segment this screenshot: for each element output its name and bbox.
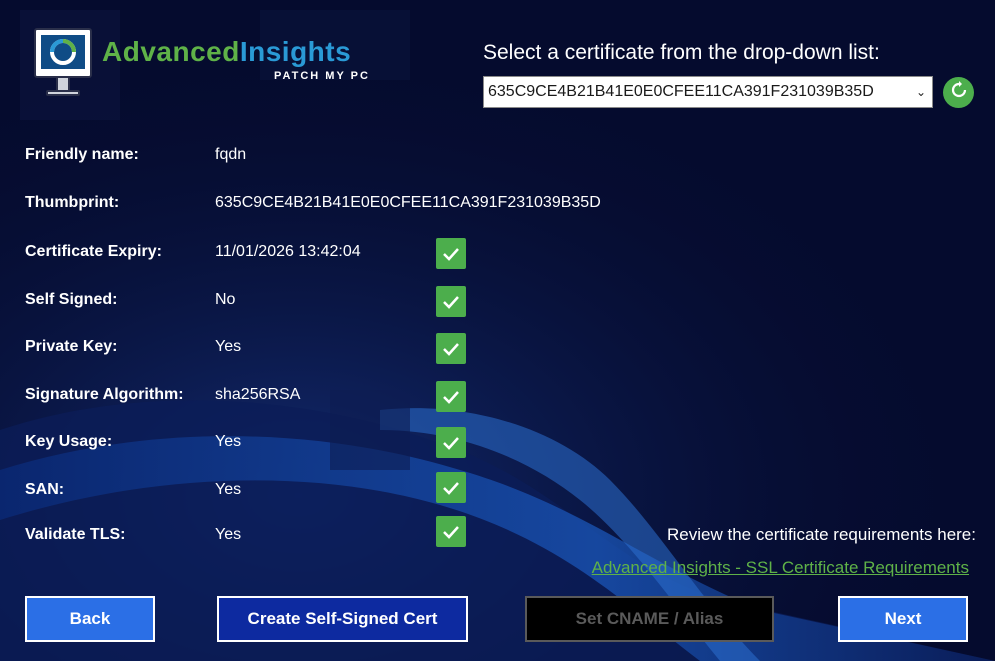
select-certificate-label: Select a certificate from the drop-down … (483, 41, 880, 64)
signature-algorithm-check-icon (436, 381, 466, 412)
validate-tls-value: Yes (215, 526, 242, 543)
set-cname-alias-button: Set CNAME / Alias (525, 596, 774, 642)
thumbprint-value: 635C9CE4B21B41E0E0CFEE11CA391F231039B35D (215, 194, 601, 211)
certificate-expiry-label: Certificate Expiry: (25, 243, 162, 260)
private-key-value: Yes (215, 338, 242, 355)
key-usage-value: Yes (215, 433, 242, 450)
certificate-dropdown-value: 635C9CE4B21B41E0E0CFEE11CA391F231039B35D (488, 83, 874, 100)
logo-subtitle: PATCH MY PC (274, 70, 370, 82)
validate-tls-check-icon (436, 516, 466, 547)
friendly-name-value: fqdn (215, 146, 247, 163)
certificate-expiry-check-icon (436, 238, 466, 269)
logo-wordmark: AdvancedInsights (102, 36, 352, 67)
signature-algorithm-value: sha256RSA (215, 386, 301, 403)
back-button[interactable]: Back (25, 596, 155, 642)
monitor-logo-icon (34, 28, 92, 78)
san-check-icon (436, 472, 466, 503)
friendly-name-label: Friendly name: (25, 146, 139, 163)
self-signed-value: No (215, 291, 236, 308)
app-logo: AdvancedInsights PATCH MY PC (34, 28, 384, 112)
key-usage-label: Key Usage: (25, 433, 113, 450)
refresh-button[interactable] (943, 77, 974, 108)
private-key-check-icon (436, 333, 466, 364)
san-label: SAN: (25, 481, 65, 498)
thumbprint-label: Thumbprint: (25, 194, 120, 211)
create-self-signed-cert-button[interactable]: Create Self-Signed Cert (217, 596, 468, 642)
ssl-requirements-link[interactable]: Advanced Insights - SSL Certificate Requ… (592, 558, 969, 578)
san-value: Yes (215, 481, 242, 498)
self-signed-label: Self Signed: (25, 291, 118, 308)
private-key-label: Private Key: (25, 338, 118, 355)
key-usage-check-icon (436, 427, 466, 458)
signature-algorithm-label: Signature Algorithm: (25, 386, 184, 403)
next-button[interactable]: Next (838, 596, 968, 642)
chevron-down-icon: ⌄ (915, 85, 926, 99)
requirements-text: Review the certificate requirements here… (667, 525, 976, 544)
certificate-expiry-value: 11/01/2026 13:42:04 (215, 243, 361, 260)
validate-tls-label: Validate TLS: (25, 526, 126, 543)
self-signed-check-icon (436, 286, 466, 317)
refresh-icon (950, 81, 968, 104)
certificate-dropdown[interactable]: 635C9CE4B21B41E0E0CFEE11CA391F231039B35D… (483, 76, 933, 108)
